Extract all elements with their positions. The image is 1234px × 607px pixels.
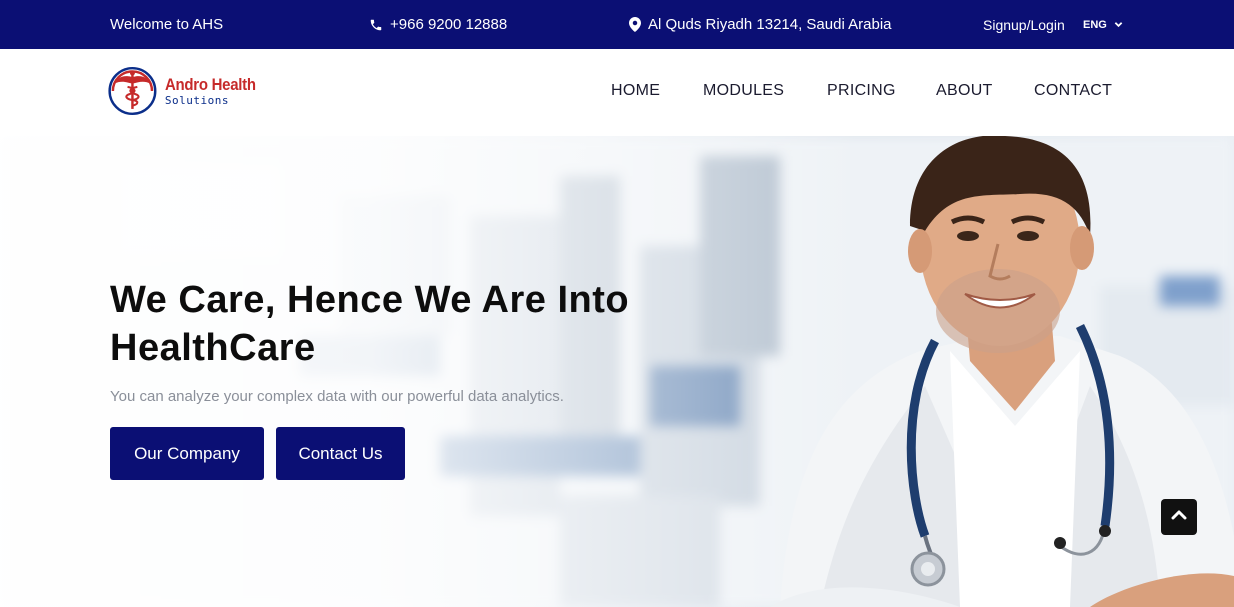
our-company-button[interactable]: Our Company bbox=[110, 427, 264, 480]
nav-contact[interactable]: CONTACT bbox=[1034, 82, 1112, 100]
nav-modules[interactable]: MODULES bbox=[703, 82, 784, 100]
hero-subtitle: You can analyze your complex data with o… bbox=[110, 388, 564, 405]
hero-section: We Care, Hence We Are Into HealthCare Yo… bbox=[0, 136, 1234, 607]
location-pin-icon bbox=[629, 17, 641, 32]
doctor-photo bbox=[770, 136, 1234, 607]
nav-home[interactable]: HOME bbox=[611, 82, 660, 100]
phone-icon bbox=[369, 18, 383, 32]
main-header: Andro Health Solutions HOME MODULES PRIC… bbox=[0, 49, 1234, 136]
chevron-up-icon bbox=[1171, 507, 1187, 528]
welcome-text: Welcome to AHS bbox=[110, 16, 224, 33]
language-selector[interactable]: ENG bbox=[1083, 0, 1123, 49]
signup-login-link[interactable]: Signup/Login bbox=[983, 0, 1065, 49]
address-text: Al Quds Riyadh 13214, Saudi Arabia bbox=[648, 16, 892, 33]
main-navigation: HOME MODULES PRICING ABOUT CONTACT bbox=[0, 49, 1234, 136]
nav-pricing[interactable]: PRICING bbox=[827, 82, 896, 100]
scroll-to-top-button[interactable] bbox=[1161, 499, 1197, 535]
phone-number: +966 9200 12888 bbox=[390, 16, 508, 33]
phone-contact[interactable]: +966 9200 12888 bbox=[369, 0, 507, 49]
contact-us-button[interactable]: Contact Us bbox=[276, 427, 405, 480]
top-info-bar: Welcome to AHS +966 9200 12888 Al Quds R… bbox=[0, 0, 1234, 49]
address-info: Al Quds Riyadh 13214, Saudi Arabia bbox=[629, 0, 892, 49]
nav-about[interactable]: ABOUT bbox=[936, 82, 993, 100]
chevron-down-icon bbox=[1114, 20, 1123, 29]
language-label: ENG bbox=[1083, 18, 1107, 31]
hero-title: We Care, Hence We Are Into HealthCare bbox=[110, 279, 630, 369]
